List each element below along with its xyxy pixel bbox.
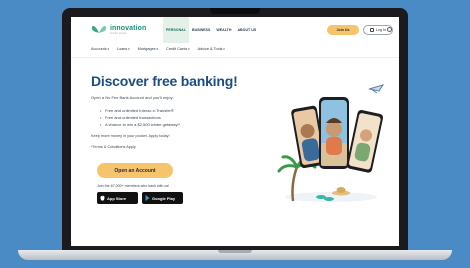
apple-icon (100, 195, 105, 201)
app-store-label: App Store (107, 195, 127, 201)
lock-icon (370, 28, 374, 32)
hero-intro: Open a No Fee Bank Account and you'll en… (91, 95, 174, 100)
browser-viewport: innovation credit union PERSONAL BUSINES… (71, 17, 399, 246)
open-account-button[interactable]: Open an Account (97, 163, 173, 178)
butterfly-logo-icon (91, 25, 107, 33)
log-in-label: Log In (376, 28, 386, 32)
nav-business[interactable]: BUSINESS (189, 17, 213, 43)
app-store-badges: App Store Google Play (97, 192, 183, 204)
logo-subtext: credit union (110, 31, 127, 35)
app-store-badge[interactable]: App Store (97, 192, 138, 204)
logo-text: innovation (110, 24, 147, 32)
subnav-advice-tools[interactable]: Advice & Tools (198, 47, 225, 51)
sub-nav: Accounts Loans Mortgages Credit Cards Ad… (91, 47, 225, 51)
laptop-base (18, 250, 452, 260)
terms-text: *Terms & Conditions Apply (91, 145, 136, 149)
header-divider (71, 57, 399, 58)
google-play-icon (145, 195, 150, 201)
google-play-label: Google Play (152, 195, 176, 201)
subnav-accounts[interactable]: Accounts (91, 47, 109, 51)
subnav-mortgages[interactable]: Mortgages (138, 47, 158, 51)
benefit-item: A chance to win a $2,500 winter getaway!… (100, 122, 180, 129)
benefit-item: Free and unlimited Interac e-Transfer® (100, 108, 180, 115)
subnav-loans[interactable]: Loans (117, 47, 130, 51)
camera-notch (210, 8, 260, 14)
google-play-badge[interactable]: Google Play (142, 192, 183, 204)
nav-wealth[interactable]: WEALTH (213, 17, 234, 43)
laptop-base-groove (218, 250, 252, 253)
nav-personal[interactable]: PERSONAL (163, 17, 189, 43)
brand-logo[interactable]: innovation credit union (91, 24, 146, 35)
phones-illustration (277, 84, 385, 202)
search-icon[interactable] (387, 27, 392, 32)
benefit-item: Free and unlimited transactions (100, 115, 180, 122)
top-nav: PERSONAL BUSINESS WEALTH ABOUT US (163, 17, 259, 43)
join-us-button[interactable]: Join Us (327, 25, 359, 35)
keep-more-text: Keep more money in your pocket. Apply to… (91, 134, 170, 138)
hero-title: Discover free banking! (91, 73, 238, 89)
members-text: Join the 67,000+ members who bank with u… (97, 184, 170, 188)
laptop-screen: innovation credit union PERSONAL BUSINES… (62, 8, 408, 252)
subnav-credit-cards[interactable]: Credit Cards (166, 47, 190, 51)
nav-about-us[interactable]: ABOUT US (234, 17, 259, 43)
benefits-list: Free and unlimited Interac e-Transfer® F… (100, 108, 180, 129)
